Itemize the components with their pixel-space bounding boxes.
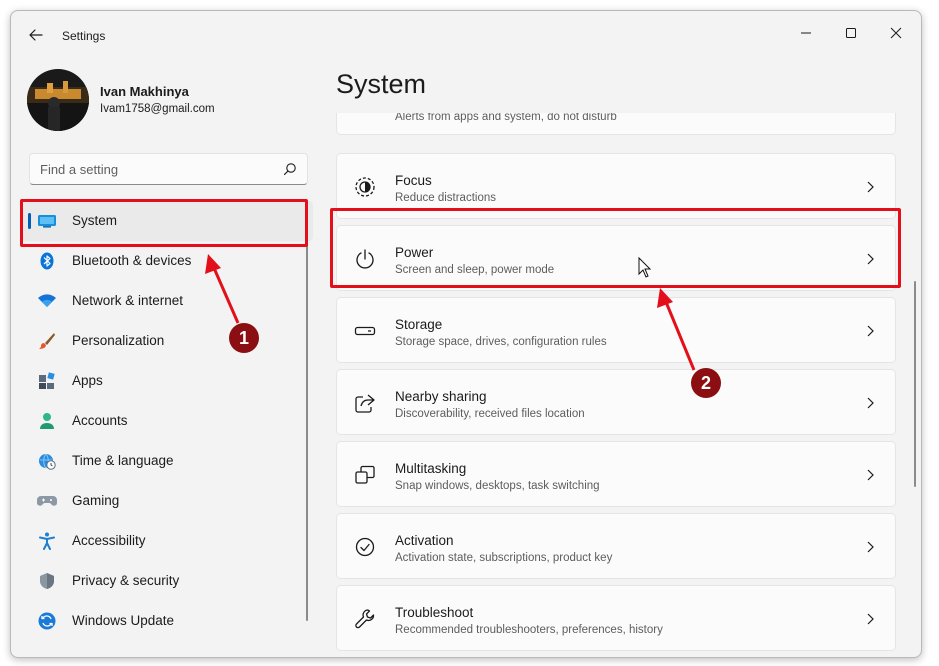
sidebar-item-label: Time & language <box>72 453 174 468</box>
settings-card-storage[interactable]: Storage Storage space, drives, configura… <box>336 297 896 363</box>
settings-card-nearby-sharing[interactable]: Nearby sharing Discoverability, received… <box>336 369 896 435</box>
sidebar-item-personalization[interactable]: Personalization <box>21 321 313 361</box>
sidebar-item-time-language[interactable]: Time & language <box>21 441 313 481</box>
title-bar: Settings <box>11 11 921 59</box>
sidebar-item-label: Windows Update <box>72 613 175 628</box>
settings-card-notifications[interactable]: Alerts from apps and system, do not dist… <box>336 113 896 135</box>
avatar[interactable] <box>27 69 89 131</box>
sidebar-item-windows-update[interactable]: Windows Update <box>21 601 313 641</box>
step-badge-2: 2 <box>691 368 721 398</box>
avatar-photo <box>27 69 89 131</box>
wrench-icon <box>354 608 376 630</box>
step-badge-1: 1 <box>229 323 259 353</box>
share-icon <box>354 392 376 414</box>
settings-card-multitasking[interactable]: Multitasking Snap windows, desktops, tas… <box>336 441 896 507</box>
card-title: Troubleshoot <box>395 605 474 620</box>
sidebar-item-label: Privacy & security <box>72 573 180 588</box>
globe-clock-icon <box>37 452 57 470</box>
update-icon <box>37 612 57 630</box>
selection-indicator <box>28 213 31 229</box>
search-icon[interactable] <box>283 162 297 176</box>
card-title: Multitasking <box>395 461 467 476</box>
arrow-left-icon <box>29 29 43 41</box>
user-email: Ivam1758@gmail.com <box>100 103 215 115</box>
search-input[interactable] <box>30 154 270 184</box>
minimize-button[interactable] <box>784 17 828 49</box>
card-description: Snap windows, desktops, task switching <box>395 480 600 492</box>
sidebar-item-label: System <box>72 213 118 228</box>
sidebar-item-accounts[interactable]: Accounts <box>21 401 313 441</box>
card-title: Power <box>395 245 434 260</box>
chevron-right-icon <box>867 253 874 265</box>
card-title: Activation <box>395 533 454 548</box>
window-title: Settings <box>62 29 106 43</box>
sidebar-scrollbar[interactable] <box>306 201 308 621</box>
settings-card-power[interactable]: Power Screen and sleep, power mode <box>336 225 896 291</box>
system-icon <box>37 212 57 230</box>
sidebar-item-accessibility[interactable]: Accessibility <box>21 521 313 561</box>
settings-list: Alerts from apps and system, do not dist… <box>331 113 911 657</box>
apps-icon <box>37 372 57 390</box>
sidebar-item-bluetooth[interactable]: Bluetooth & devices <box>21 241 313 281</box>
user-name: Ivan Makhinya <box>100 84 189 99</box>
page-title: System <box>336 69 427 99</box>
chevron-right-icon <box>867 613 874 625</box>
sidebar-item-label: Bluetooth & devices <box>72 253 192 268</box>
card-description: Reduce distractions <box>395 192 496 204</box>
sidebar-item-apps[interactable]: Apps <box>21 361 313 401</box>
back-button[interactable] <box>23 24 49 46</box>
chevron-right-icon <box>867 469 874 481</box>
chevron-right-icon <box>867 397 874 409</box>
storage-icon <box>354 320 376 342</box>
search-box[interactable] <box>29 153 308 185</box>
sidebar-nav: System Bluetooth & devices Network & int… <box>21 201 313 641</box>
close-icon <box>890 27 902 39</box>
card-description: Discoverability, received files location <box>395 408 585 420</box>
person-icon <box>37 412 57 430</box>
focus-icon <box>354 176 376 198</box>
power-icon <box>354 248 376 270</box>
multitasking-icon <box>354 464 376 486</box>
card-description: Alerts from apps and system, do not dist… <box>395 113 617 123</box>
settings-card-troubleshoot[interactable]: Troubleshoot Recommended troubleshooters… <box>336 585 896 651</box>
sidebar-item-privacy[interactable]: Privacy & security <box>21 561 313 601</box>
sidebar-item-gaming[interactable]: Gaming <box>21 481 313 521</box>
settings-window: Settings Ivan Makhinya Ivam1758@gmail.co… <box>10 10 922 658</box>
maximize-button[interactable] <box>829 17 873 49</box>
check-circle-icon <box>354 536 376 558</box>
chevron-right-icon <box>867 325 874 337</box>
card-description: Storage space, drives, configuration rul… <box>395 336 607 348</box>
card-title: Nearby sharing <box>395 389 487 404</box>
gamepad-icon <box>37 492 57 510</box>
wifi-icon <box>37 292 57 310</box>
close-button[interactable] <box>874 17 918 49</box>
settings-card-focus[interactable]: Focus Reduce distractions <box>336 153 896 219</box>
card-description: Activation state, subscriptions, product… <box>395 552 613 564</box>
sidebar-item-label: Apps <box>72 373 103 388</box>
paintbrush-icon <box>37 332 57 350</box>
bluetooth-icon <box>37 252 57 270</box>
sidebar-item-label: Accessibility <box>72 533 146 548</box>
sidebar-item-label: Gaming <box>72 493 120 508</box>
content-scrollbar[interactable] <box>914 281 916 487</box>
chevron-right-icon <box>867 181 874 193</box>
sidebar-item-label: Accounts <box>72 413 128 428</box>
card-title: Storage <box>395 317 443 332</box>
card-title: Focus <box>395 173 432 188</box>
sidebar-item-network[interactable]: Network & internet <box>21 281 313 321</box>
sidebar-item-label: Personalization <box>72 333 165 348</box>
sidebar-item-system[interactable]: System <box>21 201 313 241</box>
sidebar-item-label: Network & internet <box>72 293 184 308</box>
card-description: Recommended troubleshooters, preferences… <box>395 624 663 636</box>
card-description: Screen and sleep, power mode <box>395 264 555 276</box>
minimize-icon <box>801 32 811 34</box>
shield-icon <box>37 572 57 590</box>
chevron-right-icon <box>867 541 874 553</box>
maximize-icon <box>846 28 856 38</box>
settings-card-activation[interactable]: Activation Activation state, subscriptio… <box>336 513 896 579</box>
accessibility-icon <box>37 532 57 550</box>
